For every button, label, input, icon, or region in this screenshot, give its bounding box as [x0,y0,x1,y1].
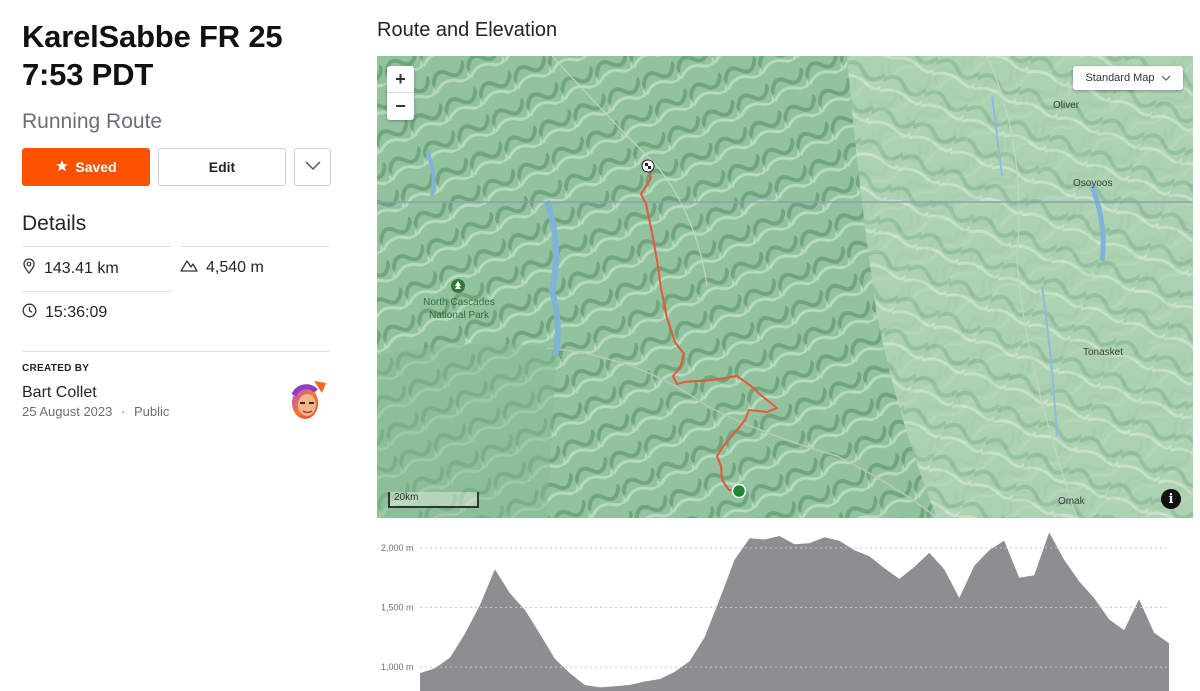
clock-icon [22,303,37,323]
map-label-omak: Omak [1058,496,1085,507]
elevation-tick-label: 1,500 m [381,603,414,613]
elevation-tick-label: 1,000 m [381,662,414,672]
creator-block: CREATED BY Bart Collet 25 August 2023 · … [22,363,330,433]
saved-button-label: Saved [75,159,117,175]
created-date: 25 August 2023 [22,404,113,419]
route-type: Running Route [22,110,163,133]
mountain-icon [180,258,198,277]
details-heading: Details [22,212,87,235]
elevation-gain-value: 4,540 m [206,258,264,276]
elevation-tick-label: 2,000 m [381,543,414,553]
divider [22,351,330,352]
chevron-down-icon [304,158,321,176]
distance-value: 143.41 km [44,259,119,277]
map-label-osoyoos: Osoyoos [1073,178,1113,189]
chevron-down-icon [1161,72,1171,84]
map-label-tonasket: Tonasket [1083,347,1124,358]
edit-button[interactable]: Edit [158,148,286,186]
section-title: Route and Elevation [377,19,558,41]
saved-button[interactable]: Saved [22,148,150,186]
elevation-gain-stat: 4,540 m [180,246,330,277]
location-pin-icon [22,258,36,279]
route-map[interactable]: + − Standard Map Oliver Osoyoos Tonasket… [377,56,1193,518]
meta-separator: · [120,404,126,419]
created-by-label: CREATED BY [22,363,90,374]
route-title-line2: 7:53 PDT [22,57,154,92]
zoom-out-button[interactable]: − [387,93,414,120]
avatar[interactable] [284,377,330,423]
route-stats: 143.41 km 4,540 m 15:36:09 [22,246,332,346]
map-label-park: North Cascades National Park [423,297,495,321]
elevation-chart[interactable]: 2,000 m 1,500 m 1,000 m [377,530,1193,691]
map-type-dropdown[interactable]: Standard Map [1073,66,1183,90]
map-terrain [377,56,1193,518]
moving-time-value: 15:36:09 [45,304,108,321]
info-icon[interactable]: i [1161,489,1181,509]
route-summary-panel: KarelSabbe FR 25 7:53 PDT Running Route … [22,18,332,419]
distance-stat: 143.41 km [22,246,172,279]
more-options-button[interactable] [294,148,331,186]
zoom-in-button[interactable]: + [387,66,414,93]
moving-time-stat: 15:36:09 [22,291,172,323]
elevation-chart-svg: 2,000 m 1,500 m 1,000 m [381,532,1169,691]
visibility-label: Public [133,404,170,419]
route-title: KarelSabbe FR 25 7:53 PDT [22,18,332,94]
star-icon [55,159,69,176]
route-actions: Saved Edit [22,148,332,186]
route-title-line1: KarelSabbe FR 25 [22,19,283,54]
zoom-controls: + − [387,66,414,120]
map-label-oliver: Oliver [1053,100,1080,111]
map-type-label: Standard Map [1085,72,1155,84]
map-scale: 20km [388,492,479,508]
